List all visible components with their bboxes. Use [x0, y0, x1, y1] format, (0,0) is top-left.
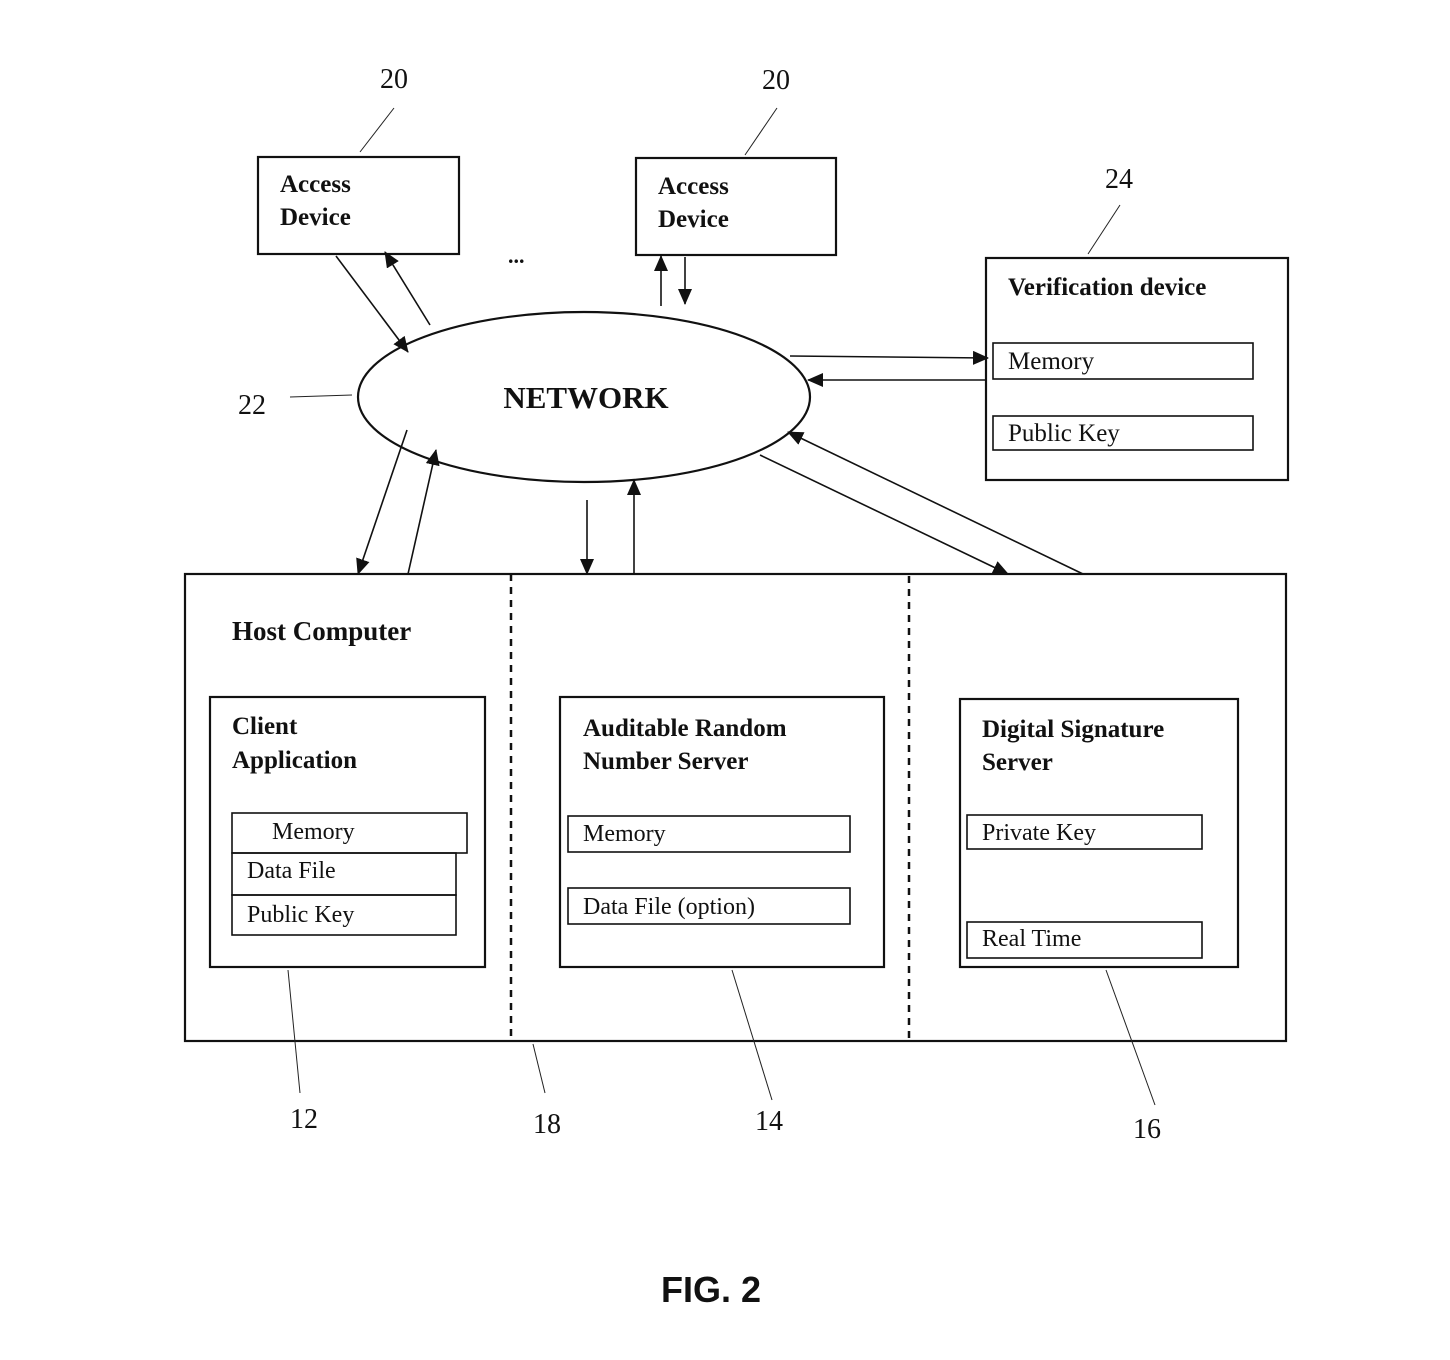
- access-device-1: Access Device 20: [256, 64, 461, 256]
- access-device-2: Access Device 20: [634, 65, 838, 257]
- signature-private-key-label: Private Key: [982, 820, 1096, 846]
- ref-label-22: 22: [238, 390, 266, 421]
- ref-label-20b: 20: [762, 65, 790, 96]
- client-memory-label: Memory: [272, 819, 355, 845]
- network-cloud: NETWORK 22: [238, 310, 812, 484]
- verification-public-key-label: Public Key: [1008, 420, 1120, 447]
- access-device-2-line2: Device: [658, 206, 729, 233]
- system-diagram: Access Device 20 Access Device 20 ... NE…: [183, 64, 1290, 1310]
- client-public-key-label: Public Key: [247, 902, 354, 928]
- network-label: NETWORK: [503, 380, 668, 415]
- random-server-line1: Auditable Random: [583, 715, 787, 742]
- ref-label-14: 14: [755, 1106, 783, 1137]
- ref-label-12: 12: [290, 1104, 318, 1135]
- verification-memory-label: Memory: [1008, 348, 1095, 375]
- random-server-line2: Number Server: [583, 748, 748, 775]
- host-computer-title: Host Computer: [232, 616, 411, 646]
- client-data-file-label: Data File: [247, 858, 336, 884]
- ref-leader-24: [1087, 204, 1121, 255]
- arrow-network-to-signature-server: [759, 454, 1009, 575]
- client-application-line2: Application: [232, 747, 357, 774]
- digital-signature-server: Digital Signature Server Private Key Rea…: [958, 697, 1240, 1145]
- auditable-random-number-server: Auditable Random Number Server Memory Da…: [558, 695, 886, 1137]
- verification-device-title: Verification device: [1008, 274, 1206, 301]
- ref-leader-22: [289, 394, 353, 398]
- random-server-data-file-label: Data File (option): [583, 894, 755, 920]
- ref-label-16: 16: [1133, 1114, 1161, 1145]
- ref-label-24: 24: [1105, 164, 1133, 195]
- signature-server-line2: Server: [982, 749, 1053, 776]
- client-application: Client Application Memory Data File Publ…: [208, 695, 487, 1135]
- random-server-memory-label: Memory: [583, 821, 666, 847]
- arrow-client-to-network: [407, 449, 440, 575]
- arrow-network-to-verification: [789, 350, 989, 365]
- figure-caption: FIG. 2: [661, 1269, 761, 1310]
- signature-real-time-label: Real Time: [982, 926, 1081, 952]
- arrow-network-to-device1: [384, 251, 431, 326]
- ref-leader-18: [532, 1043, 546, 1094]
- verification-device: Verification device Memory Public Key 24: [984, 164, 1290, 482]
- ref-label-18: 18: [533, 1109, 561, 1140]
- access-device-1-line2: Device: [280, 204, 351, 231]
- more-devices-ellipsis: ...: [508, 243, 525, 268]
- client-application-line1: Client: [232, 713, 298, 740]
- ref-label-20a: 20: [380, 64, 408, 95]
- signature-server-line1: Digital Signature: [982, 716, 1164, 743]
- access-device-2-line1: Access: [658, 173, 729, 200]
- arrow-network-to-client: [356, 429, 408, 575]
- ref-leader-20b: [744, 107, 778, 156]
- access-device-1-line1: Access: [280, 171, 351, 198]
- ref-leader-20a: [359, 107, 395, 153]
